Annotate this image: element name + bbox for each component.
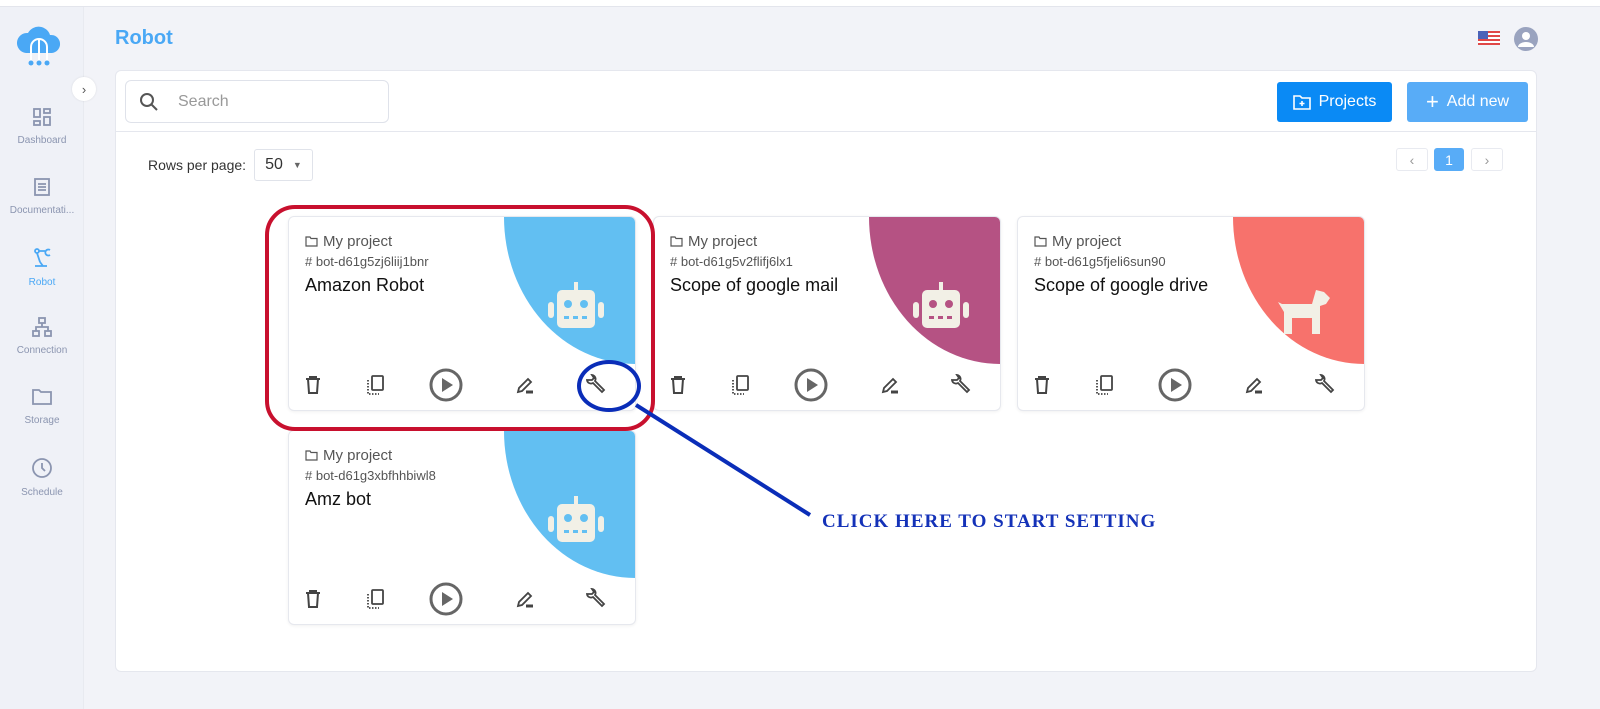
annotation-text: CLICK HERE TO START SETTING <box>822 511 1157 532</box>
pointer-line <box>634 403 812 517</box>
